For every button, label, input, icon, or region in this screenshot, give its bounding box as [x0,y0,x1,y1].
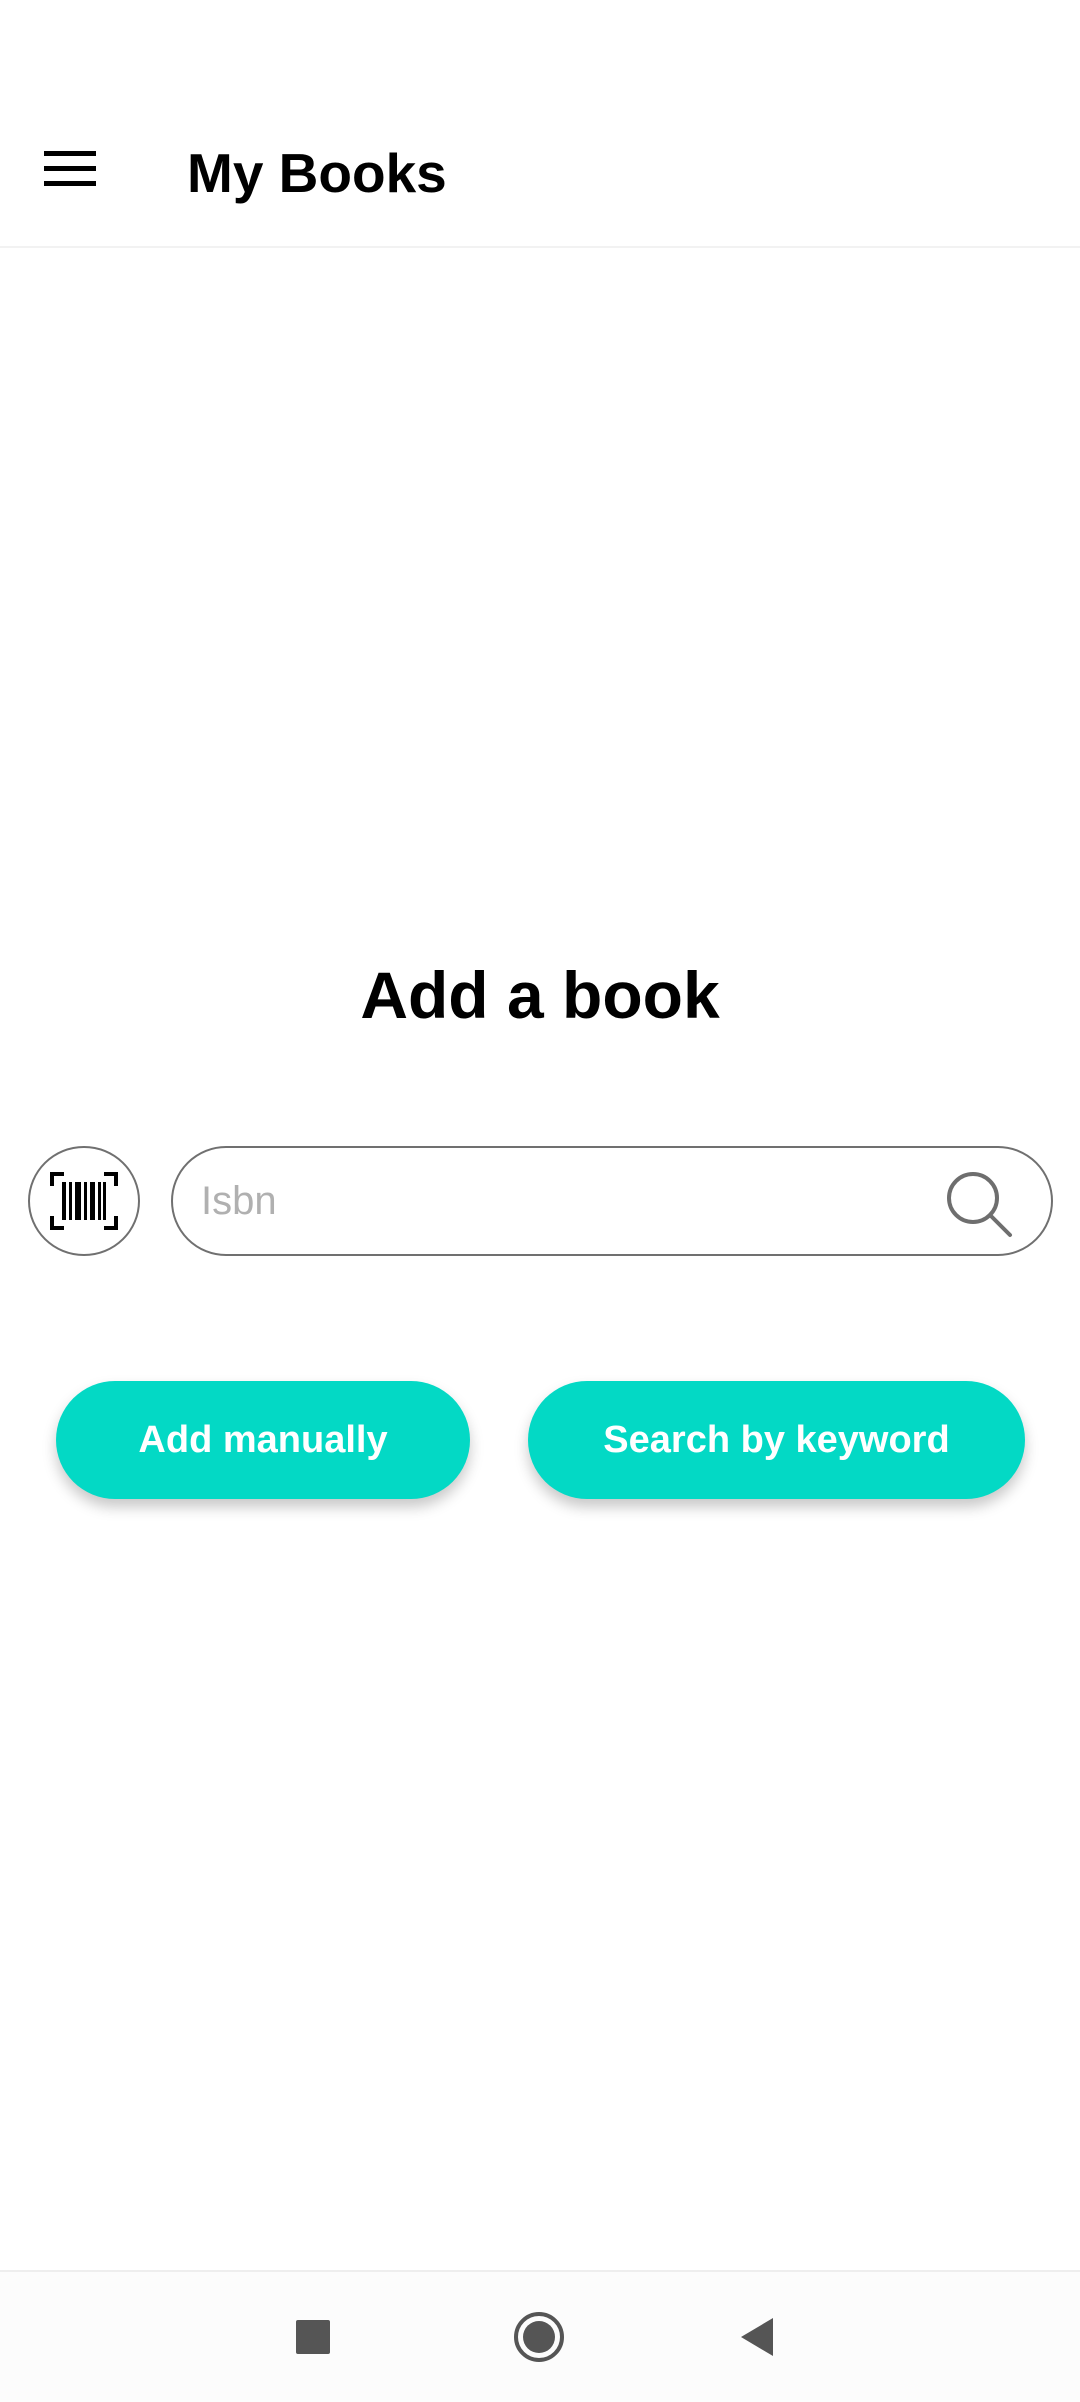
add-manually-button[interactable]: Add manually [56,1381,470,1499]
isbn-input[interactable] [201,1168,901,1234]
page-title: My Books [187,142,447,204]
system-navigation-bar [0,2270,1080,2402]
menu-button[interactable] [30,128,112,210]
search-icon [947,1172,1012,1237]
search-by-keyword-button[interactable]: Search by keyword [528,1381,1025,1499]
barcode-scan-button[interactable] [28,1146,140,1256]
barcode-scan-icon [50,1172,118,1230]
back-button[interactable] [712,2292,802,2382]
triangle-back-icon [741,2318,773,2356]
square-recents-icon [296,2320,330,2354]
circle-home-icon [514,2312,564,2362]
home-button[interactable] [494,2292,584,2382]
add-book-heading: Add a book [360,958,720,1032]
hamburger-menu-icon [44,151,96,186]
isbn-search-box [171,1146,1053,1256]
isbn-search-button[interactable] [943,1168,1015,1240]
app-bar: My Books [0,0,1080,248]
recents-button[interactable] [268,2292,358,2382]
